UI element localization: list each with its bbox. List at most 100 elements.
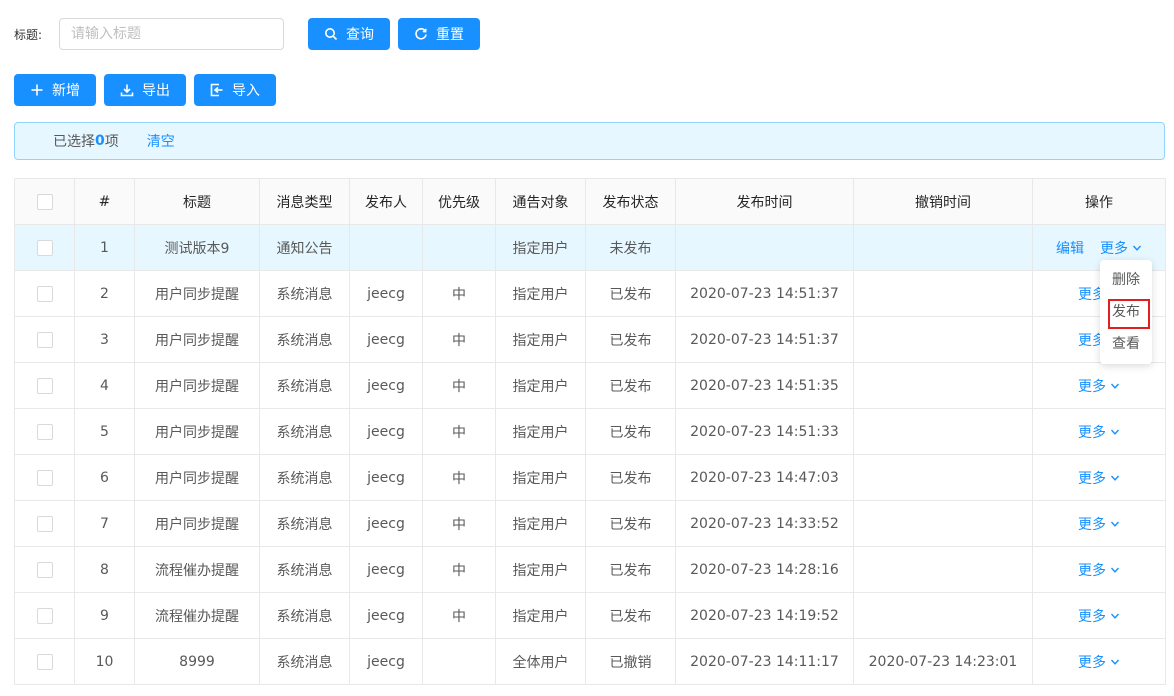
row-publisher: jeecg	[349, 546, 423, 593]
row-priority: 中	[422, 362, 496, 409]
more-label: 更多	[1078, 516, 1106, 533]
menu-item-view[interactable]: 查看	[1100, 328, 1152, 360]
row-status: 已发布	[585, 362, 676, 409]
import-button-label: 导入	[232, 83, 260, 99]
row-index: 9	[74, 592, 135, 639]
row-checkbox[interactable]	[36, 423, 53, 440]
row-checkbox[interactable]	[36, 469, 53, 486]
row-actions: 更多	[1032, 592, 1166, 639]
row-title: 用户同步提醒	[134, 500, 260, 547]
row-publish-time: 2020-07-23 14:51:35	[675, 362, 854, 409]
clear-selection-link[interactable]: 清空	[147, 131, 175, 151]
table-row: 6 用户同步提醒 系统消息 jeecg 中指定用户 已发布 2020-07-23 14:47…	[14, 454, 1166, 501]
chevron-down-icon	[1110, 659, 1120, 665]
export-button[interactable]: 导出	[104, 74, 186, 106]
row-publisher	[349, 224, 423, 271]
table-header-row: # 标题 消息类型 发布人 优先级 通告对象 发布状态 发布时间 撤销时间 操作	[14, 178, 1166, 225]
row-revoke-time	[853, 592, 1033, 639]
row-checkbox[interactable]	[36, 377, 53, 394]
more-dropdown-trigger[interactable]: 更多	[1100, 238, 1142, 258]
row-select-cell[interactable]	[14, 500, 75, 547]
row-publisher: jeecg	[349, 638, 423, 685]
row-publish-time: 2020-07-23 14:51:37	[675, 270, 854, 317]
row-status: 已发布	[585, 592, 676, 639]
row-publish-time: 2020-07-23 14:51:37	[675, 316, 854, 363]
row-actions: 更多	[1032, 454, 1166, 501]
menu-item-delete[interactable]: 删除	[1100, 264, 1152, 296]
plus-icon	[31, 84, 43, 96]
row-checkbox[interactable]	[36, 331, 53, 348]
row-actions: 更多	[1032, 500, 1166, 547]
row-select-cell[interactable]	[14, 270, 75, 317]
more-dropdown-trigger[interactable]: 更多	[1078, 560, 1120, 580]
header-title: 标题	[134, 178, 260, 225]
row-select-cell[interactable]	[14, 546, 75, 593]
import-button[interactable]: 导入	[194, 74, 276, 106]
row-target: 指定用户	[495, 454, 586, 501]
query-button[interactable]: 查询	[308, 18, 390, 50]
more-dropdown-trigger[interactable]: 更多	[1078, 606, 1120, 626]
row-type: 系统消息	[259, 546, 350, 593]
row-actions: 更多	[1032, 638, 1166, 685]
row-select-cell[interactable]	[14, 224, 75, 271]
row-priority: 中	[422, 592, 496, 639]
row-index: 6	[74, 454, 135, 501]
notice-table: # 标题 消息类型 发布人 优先级 通告对象 发布状态 发布时间 撤销时间 操作…	[14, 178, 1166, 685]
row-checkbox[interactable]	[36, 239, 53, 256]
row-publish-time: 2020-07-23 14:19:52	[675, 592, 854, 639]
reset-button[interactable]: 重置	[398, 18, 480, 50]
row-priority: 中	[422, 500, 496, 547]
more-label: 更多	[1078, 654, 1106, 671]
import-icon	[210, 83, 223, 97]
search-title-input[interactable]	[59, 18, 284, 50]
header-select-all[interactable]	[14, 178, 75, 225]
row-status: 已撤销	[585, 638, 676, 685]
row-checkbox[interactable]	[36, 285, 53, 302]
more-dropdown-trigger[interactable]: 更多	[1078, 376, 1120, 396]
header-index: #	[74, 178, 135, 225]
add-button[interactable]: 新增	[14, 74, 96, 106]
header-status: 发布状态	[585, 178, 676, 225]
header-type: 消息类型	[259, 178, 350, 225]
row-title: 用户同步提醒	[134, 362, 260, 409]
row-revoke-time: 2020-07-23 14:23:01	[853, 638, 1033, 685]
menu-item-publish[interactable]: 发布	[1100, 296, 1152, 329]
row-revoke-time	[853, 362, 1033, 409]
row-actions: 更多	[1032, 362, 1166, 409]
row-select-cell[interactable]	[14, 408, 75, 455]
chevron-down-icon	[1132, 245, 1142, 251]
row-select-cell[interactable]	[14, 454, 75, 501]
table-row: 5 用户同步提醒 系统消息 jeecg 中指定用户 已发布 2020-07-23 14:51…	[14, 408, 1166, 455]
table-row: 1 测试版本9 通知公告 指定用户 未发布 编辑 更多	[14, 224, 1166, 271]
select-all-checkbox[interactable]	[36, 193, 53, 210]
row-checkbox[interactable]	[36, 515, 53, 532]
row-type: 系统消息	[259, 270, 350, 317]
row-select-cell[interactable]	[14, 362, 75, 409]
more-dropdown-trigger[interactable]: 更多	[1078, 514, 1120, 534]
row-publish-time: 2020-07-23 14:47:03	[675, 454, 854, 501]
row-checkbox[interactable]	[36, 561, 53, 578]
more-label: 更多	[1078, 470, 1106, 487]
row-checkbox[interactable]	[36, 653, 53, 670]
row-select-cell[interactable]	[14, 638, 75, 685]
row-select-cell[interactable]	[14, 316, 75, 363]
row-target: 指定用户	[495, 546, 586, 593]
row-publisher: jeecg	[349, 270, 423, 317]
edit-link[interactable]: 编辑	[1056, 241, 1084, 257]
row-index: 4	[74, 362, 135, 409]
search-icon	[325, 28, 338, 41]
row-target: 指定用户	[495, 224, 586, 271]
more-dropdown-trigger[interactable]: 更多	[1078, 468, 1120, 488]
row-status: 已发布	[585, 454, 676, 501]
row-publisher: jeecg	[349, 362, 423, 409]
row-title: 流程催办提醒	[134, 546, 260, 593]
row-status: 未发布	[585, 224, 676, 271]
row-select-cell[interactable]	[14, 592, 75, 639]
chevron-down-icon	[1110, 521, 1120, 527]
more-dropdown-trigger[interactable]: 更多	[1078, 652, 1120, 672]
more-dropdown-trigger[interactable]: 更多	[1078, 422, 1120, 442]
add-button-label: 新增	[52, 83, 80, 99]
row-checkbox[interactable]	[36, 607, 53, 624]
reset-button-label: 重置	[436, 27, 464, 43]
row-priority: 中	[422, 408, 496, 455]
